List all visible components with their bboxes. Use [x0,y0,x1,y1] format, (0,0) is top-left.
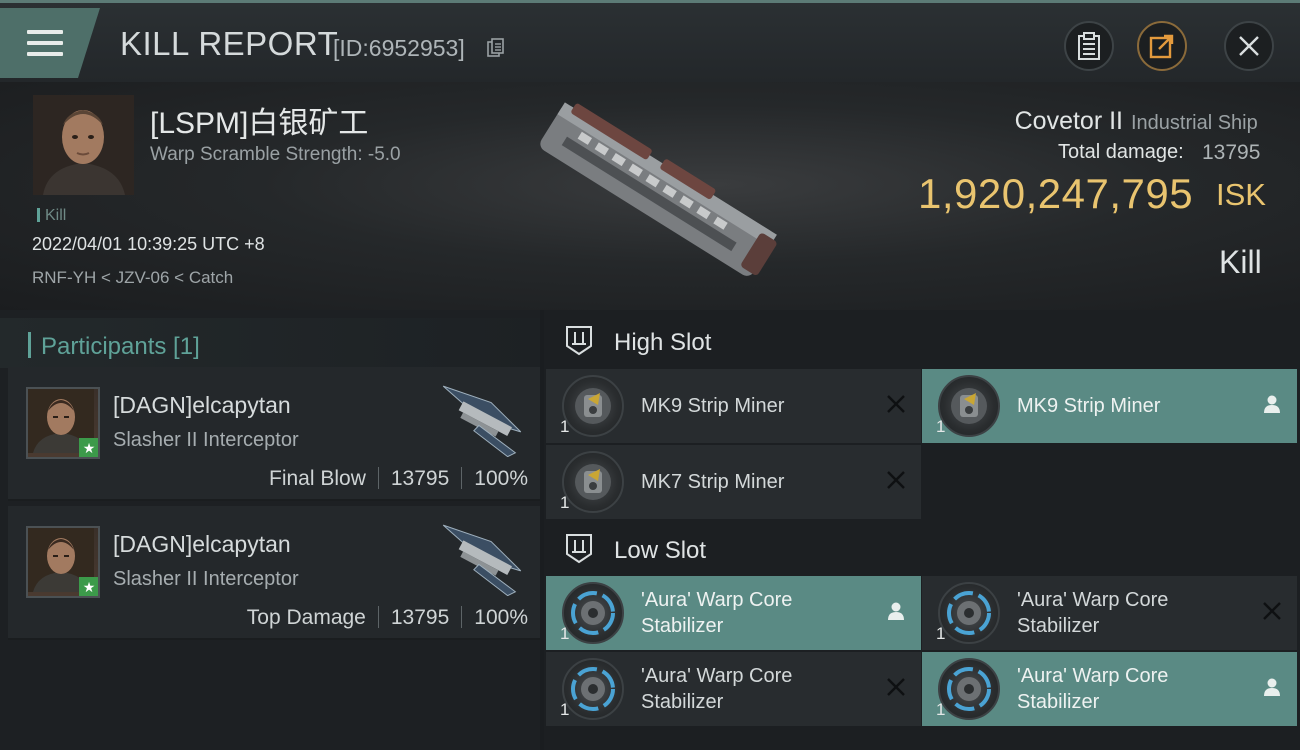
strip-miner-icon [562,451,624,513]
divider [377,606,379,628]
destroyed-x-icon [887,471,905,489]
title-bar: KILL REPORT [ID:6952953] [0,0,1300,82]
strip-miner-icon [938,375,1000,437]
clipboard-icon [1078,32,1100,60]
participant-percent: 100% [474,467,528,490]
isk-unit: ISK [1216,177,1266,212]
participant-card[interactable]: ★ [DAGN]elcapytan Slasher II Interceptor… [8,506,540,640]
copy-icon[interactable] [487,38,505,58]
module-item[interactable]: 1 'Aura' Warp Core Stabilizer [922,576,1297,650]
ship-class: Industrial Ship [1131,112,1258,134]
participant-role: Final Blow [269,467,366,490]
module-quantity: 1 [936,417,946,436]
menu-button[interactable] [0,8,100,78]
pilot-portrait-image [33,95,134,195]
module-name: MK9 Strip Miner [641,395,785,417]
participant-name[interactable]: [DAGN]elcapytan [113,392,291,419]
kill-timestamp: 2022/04/01 10:39:25 UTC +8 [32,234,265,254]
warp-scramble-strength: Warp Scramble Strength: -5.0 [150,144,401,165]
star-icon: ★ [79,438,98,457]
divider [461,467,463,489]
kill-tag: Kill [37,207,66,225]
module-quantity: 1 [560,493,570,512]
participant-stats: Top Damage 13795 100% [247,606,528,630]
warp-core-stabilizer-icon [562,582,624,644]
high-slot-title: High Slot [614,329,712,356]
participants-panel: Participants [1] ★ [DAGN]elcapytan Slash… [0,310,540,750]
close-icon [1239,36,1259,56]
module-item[interactable]: 1 MK9 Strip Miner [546,369,921,443]
destroyed-x-icon [887,678,905,696]
interceptor-ship-icon [442,385,522,457]
participant-card[interactable]: ★ [DAGN]elcapytan Slasher II Interceptor… [8,367,540,501]
victim-portrait[interactable] [33,95,134,195]
fitting-panel: High Slot 1 MK9 Strip Miner 1 MK9 Strip … [544,310,1300,750]
high-slot-header: High Slot [544,312,1300,368]
warp-core-stabilizer-icon [938,658,1000,720]
interceptor-ship-icon [442,524,522,596]
module-quantity: 1 [936,700,946,719]
participant-ship: Slasher II Interceptor [113,568,299,590]
low-slot-icon [566,534,592,564]
total-damage-value: 13795 [1202,141,1261,164]
high-slot-icon [566,326,592,356]
participant-ship: Slasher II Interceptor [113,429,299,451]
victim-name[interactable]: [LSPM]白银矿工 [150,98,368,142]
low-slot-title: Low Slot [614,537,707,564]
participant-avatar[interactable]: ★ [26,387,100,459]
participant-role: Top Damage [246,606,366,629]
module-name: 'Aura' Warp Core Stabilizer [1017,589,1169,637]
module-item[interactable]: 1 'Aura' Warp Core Stabilizer [546,652,921,726]
ship-name[interactable]: Covetor II [1015,107,1123,136]
low-slot-header: Low Slot [544,520,1300,576]
share-icon [1149,34,1174,59]
destroyed-x-icon [887,395,905,413]
kill-id: [ID:6952953] [333,35,465,61]
module-name: 'Aura' Warp Core Stabilizer [1017,665,1169,713]
module-name: MK7 Strip Miner [641,471,785,493]
participants-title: Participants [1] [41,333,200,360]
module-name: MK9 Strip Miner [1017,395,1161,417]
destroyed-x-icon [1263,602,1281,620]
module-item[interactable]: 1 'Aura' Warp Core Stabilizer [922,652,1297,726]
module-quantity: 1 [560,417,570,436]
module-name: 'Aura' Warp Core Stabilizer [641,589,793,637]
kill-result: Kill [1219,244,1262,280]
module-quantity: 1 [936,624,946,643]
isk-value: 1,920,247,795 [918,170,1194,217]
page-title: KILL REPORT [120,25,339,62]
kill-location[interactable]: RNF-YH < JZV-06 < Catch [32,268,233,288]
dropped-person-icon [1264,678,1280,696]
hamburger-menu-icon [27,30,63,58]
close-button[interactable] [1224,21,1274,71]
divider [461,606,463,628]
total-damage-label: Total damage: [1058,141,1184,163]
warp-core-stabilizer-icon [938,582,1000,644]
participant-damage: 13795 [390,467,450,490]
strip-miner-icon [562,375,624,437]
participant-damage: 13795 [390,606,450,629]
dropped-person-icon [888,602,904,620]
module-name: 'Aura' Warp Core Stabilizer [641,665,793,713]
share-button[interactable] [1137,21,1187,71]
module-quantity: 1 [560,700,570,719]
module-item[interactable]: 1 MK7 Strip Miner [546,445,921,519]
participants-header: Participants [1] [0,318,540,368]
module-item[interactable]: 1 'Aura' Warp Core Stabilizer [546,576,921,650]
report-button[interactable] [1064,21,1114,71]
participant-stats: Final Blow 13795 100% [269,467,528,491]
module-item[interactable]: 1 MK9 Strip Miner [922,369,1297,443]
participant-avatar[interactable]: ★ [26,526,100,598]
module-quantity: 1 [560,624,570,643]
dropped-person-icon [1264,395,1280,413]
participant-percent: 100% [474,606,528,629]
warp-core-stabilizer-icon [562,658,624,720]
ship-render-image [540,102,777,276]
star-icon: ★ [79,577,98,596]
victim-summary: [LSPM]白银矿工 Warp Scramble Strength: -5.0 … [0,82,1300,310]
divider [377,467,379,489]
participant-name[interactable]: [DAGN]elcapytan [113,531,291,558]
